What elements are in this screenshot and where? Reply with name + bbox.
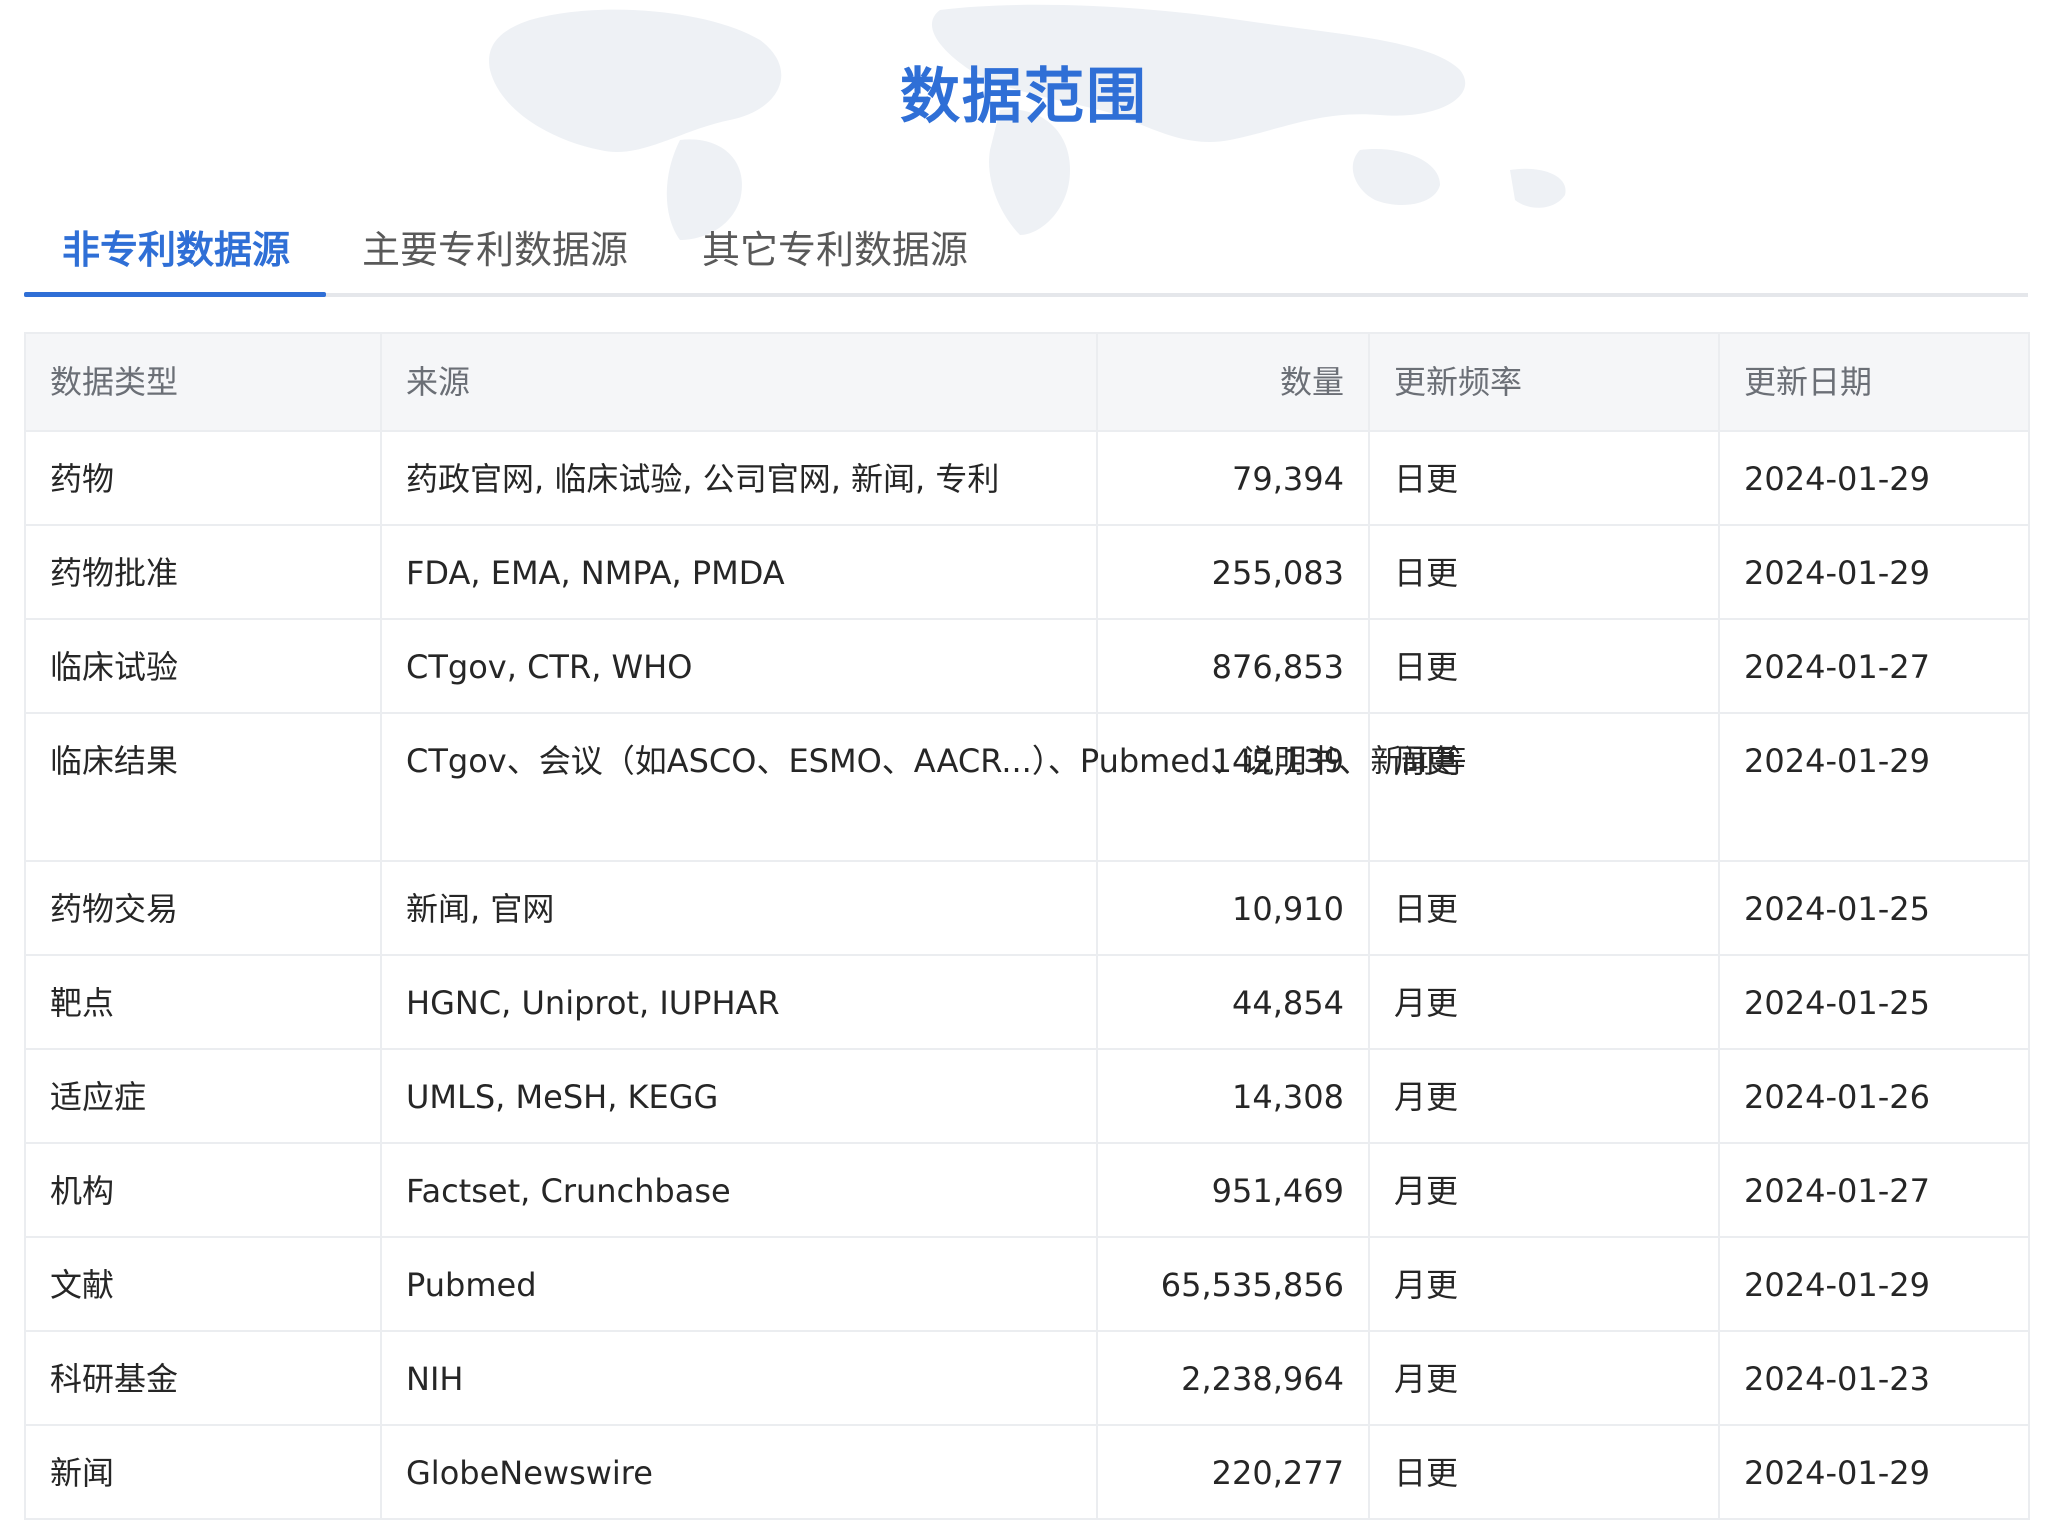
cell-data-type: 药物 <box>24 430 382 526</box>
cell-source: FDA, EMA, NMPA, PMDA <box>380 524 1098 620</box>
header-update-frequency: 更新频率 <box>1368 332 1720 432</box>
table-row: 文献 Pubmed 65,535,856 月更 2024-01-29 <box>24 1236 2030 1332</box>
cell-data-type: 新闻 <box>24 1424 382 1520</box>
cell-date: 2024-01-25 <box>1718 860 2030 956</box>
cell-frequency: 周更 <box>1368 712 1720 862</box>
cell-data-type: 临床结果 <box>24 712 382 862</box>
cell-count: 2,238,964 <box>1096 1330 1370 1426</box>
table-row: 药物 药政官网, 临床试验, 公司官网, 新闻, 专利 79,394 日更 20… <box>24 430 2030 526</box>
cell-source: CTgov、会议（如ASCO、ESMO、AACR...）、Pubmed、说明书、… <box>380 712 1466 862</box>
cell-frequency: 日更 <box>1368 860 1720 956</box>
source-tabs: 非专利数据源 主要专利数据源 其它专利数据源 <box>24 215 2028 297</box>
cell-date: 2024-01-25 <box>1718 954 2030 1050</box>
cell-frequency: 月更 <box>1368 1142 1720 1238</box>
cell-frequency: 月更 <box>1368 954 1720 1050</box>
table-row: 适应症 UMLS, MeSH, KEGG 14,308 月更 2024-01-2… <box>24 1048 2030 1144</box>
cell-count: 876,853 <box>1096 618 1370 714</box>
cell-data-type: 适应症 <box>24 1048 382 1144</box>
table-header-row: 数据类型 来源 数量 更新频率 更新日期 <box>24 332 2030 432</box>
cell-frequency: 日更 <box>1368 524 1720 620</box>
cell-date: 2024-01-27 <box>1718 618 2030 714</box>
cell-source: Factset, Crunchbase <box>380 1142 1098 1238</box>
cell-source: GlobeNewswire <box>380 1424 1098 1520</box>
cell-frequency: 日更 <box>1368 1424 1720 1520</box>
cell-count: 255,083 <box>1096 524 1370 620</box>
cell-data-type: 临床试验 <box>24 618 382 714</box>
cell-frequency: 月更 <box>1368 1048 1720 1144</box>
cell-count: 65,535,856 <box>1096 1236 1370 1332</box>
cell-date: 2024-01-26 <box>1718 1048 2030 1144</box>
cell-data-type: 文献 <box>24 1236 382 1332</box>
cell-data-type: 药物批准 <box>24 524 382 620</box>
cell-source: 药政官网, 临床试验, 公司官网, 新闻, 专利 <box>380 430 1098 526</box>
cell-count: 44,854 <box>1096 954 1370 1050</box>
page-title: 数据范围 <box>900 62 1148 132</box>
table-row: 科研基金 NIH 2,238,964 月更 2024-01-23 <box>24 1330 2030 1426</box>
cell-date: 2024-01-29 <box>1718 430 2030 526</box>
data-scope-page: 数据范围 非专利数据源 主要专利数据源 其它专利数据源 数据类型 来源 数量 更… <box>0 0 2048 1534</box>
cell-source: NIH <box>380 1330 1098 1426</box>
cell-date: 2024-01-29 <box>1718 524 2030 620</box>
table-row: 药物批准 FDA, EMA, NMPA, PMDA 255,083 日更 202… <box>24 524 2030 620</box>
data-sources-table: 数据类型 来源 数量 更新频率 更新日期 药物 药政官网, 临床试验, 公司官网… <box>24 332 2030 1520</box>
header-data-type: 数据类型 <box>24 332 382 432</box>
cell-date: 2024-01-29 <box>1718 712 2030 862</box>
tab-main-patent-sources[interactable]: 主要专利数据源 <box>362 215 628 297</box>
cell-date: 2024-01-29 <box>1718 1424 2030 1520</box>
cell-frequency: 月更 <box>1368 1236 1720 1332</box>
cell-date: 2024-01-29 <box>1718 1236 2030 1332</box>
cell-count: 14,308 <box>1096 1048 1370 1144</box>
header-count: 数量 <box>1096 332 1370 432</box>
table-row: 靶点 HGNC, Uniprot, IUPHAR 44,854 月更 2024-… <box>24 954 2030 1050</box>
table-row: 临床试验 CTgov, CTR, WHO 876,853 日更 2024-01-… <box>24 618 2030 714</box>
cell-count: 79,394 <box>1096 430 1370 526</box>
table-row: 新闻 GlobeNewswire 220,277 日更 2024-01-29 <box>24 1424 2030 1520</box>
cell-source: CTgov, CTR, WHO <box>380 618 1098 714</box>
active-tab-indicator <box>24 292 326 297</box>
cell-frequency: 日更 <box>1368 618 1720 714</box>
cell-data-type: 靶点 <box>24 954 382 1050</box>
cell-data-type: 科研基金 <box>24 1330 382 1426</box>
cell-source: UMLS, MeSH, KEGG <box>380 1048 1098 1144</box>
cell-frequency: 月更 <box>1368 1330 1720 1426</box>
cell-data-type: 机构 <box>24 1142 382 1238</box>
cell-count: 220,277 <box>1096 1424 1370 1520</box>
cell-date: 2024-01-23 <box>1718 1330 2030 1426</box>
table-row: 临床结果 CTgov、会议（如ASCO、ESMO、AACR...）、Pubmed… <box>24 712 2030 862</box>
cell-data-type: 药物交易 <box>24 860 382 956</box>
cell-count: 10,910 <box>1096 860 1370 956</box>
table-row: 机构 Factset, Crunchbase 951,469 月更 2024-0… <box>24 1142 2030 1238</box>
cell-frequency: 日更 <box>1368 430 1720 526</box>
cell-source: HGNC, Uniprot, IUPHAR <box>380 954 1098 1050</box>
header-update-date: 更新日期 <box>1718 332 2030 432</box>
cell-count: 951,469 <box>1096 1142 1370 1238</box>
cell-count: 142,139 <box>1096 712 1370 862</box>
tab-other-patent-sources[interactable]: 其它专利数据源 <box>702 215 968 297</box>
header-source: 来源 <box>380 332 1098 432</box>
cell-date: 2024-01-27 <box>1718 1142 2030 1238</box>
cell-source: 新闻, 官网 <box>380 860 1098 956</box>
table-row: 药物交易 新闻, 官网 10,910 日更 2024-01-25 <box>24 860 2030 956</box>
cell-source: Pubmed <box>380 1236 1098 1332</box>
tab-non-patent-sources[interactable]: 非专利数据源 <box>62 215 290 297</box>
